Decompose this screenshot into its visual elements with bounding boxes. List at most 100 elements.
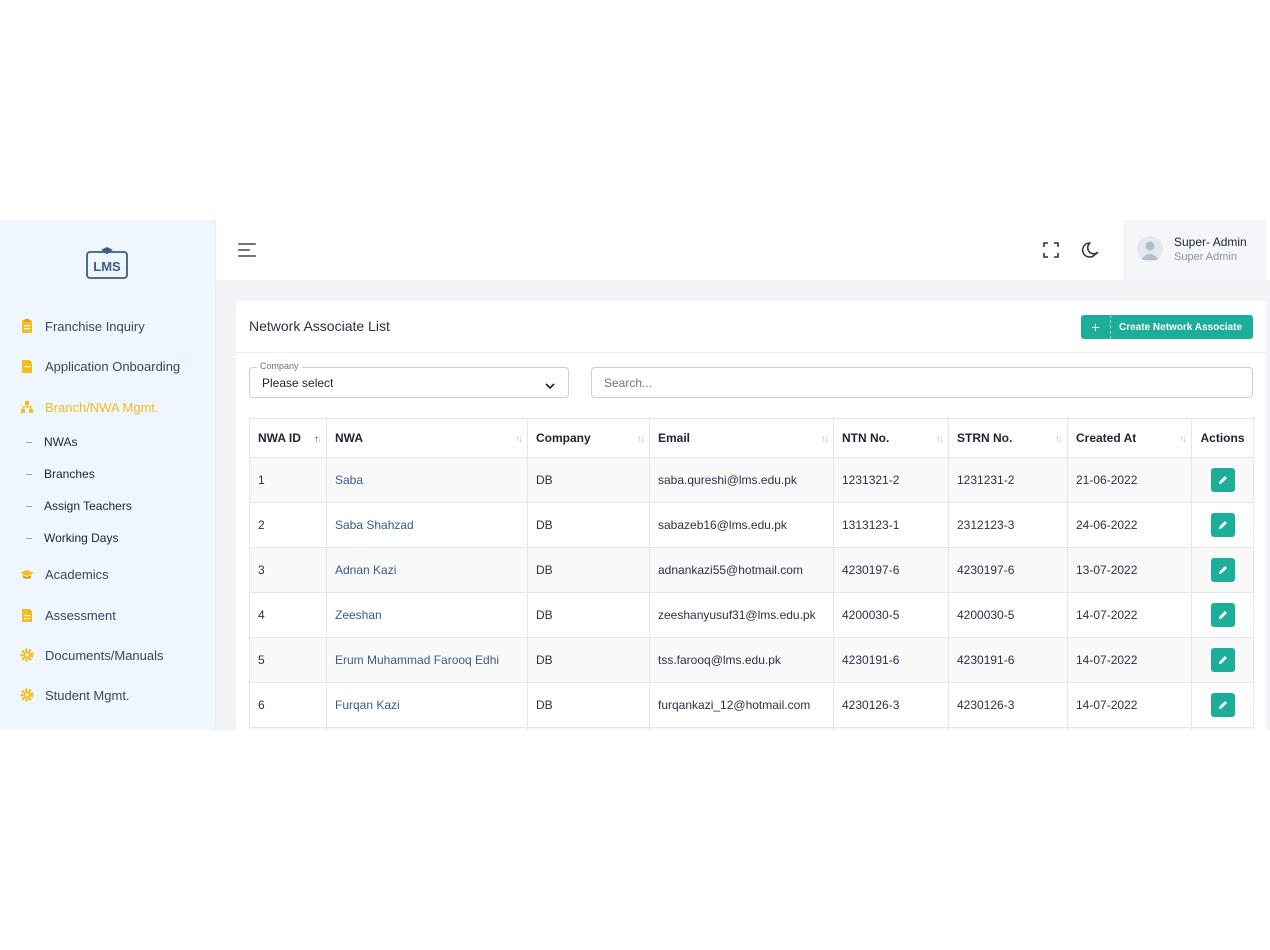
cell-actions	[1191, 547, 1254, 593]
cell-ntn	[833, 727, 949, 730]
sort-icon: ↑↓	[515, 434, 523, 445]
sidebar-item-assessment[interactable]: Assessment	[20, 603, 116, 627]
sidebar-item-label: Branch/NWA Mgmt.	[45, 399, 159, 415]
divider	[236, 352, 1266, 353]
page-title: Network Associate List	[249, 318, 390, 334]
cell-company: DB	[527, 637, 650, 683]
cell-email	[649, 727, 834, 730]
sidebar-subitem-assign-teachers[interactable]: Assign Teachers	[26, 496, 132, 516]
cell-email: sabazeb16@lms.edu.pk	[649, 502, 834, 548]
cell-ntn: 4230191-6	[833, 637, 949, 683]
search-input[interactable]	[591, 367, 1253, 398]
column-header-nwa[interactable]: NWA ↑↓	[326, 418, 528, 458]
top-bar: Super- Admin Super Admin	[216, 220, 1270, 280]
edit-button[interactable]	[1210, 468, 1235, 492]
cell-strn: 4230191-6	[948, 637, 1068, 683]
user-name: Super- Admin	[1174, 235, 1247, 249]
cell-strn: 1231231-2	[948, 457, 1068, 503]
sidebar-item-franchise-inquiry[interactable]: Franchise Inquiry	[20, 314, 145, 338]
menu-icon[interactable]	[238, 242, 258, 258]
cell-strn: 4200030-5	[948, 592, 1068, 638]
edit-button[interactable]	[1210, 693, 1235, 717]
cell-created-at: 14-07-2022	[1067, 637, 1192, 683]
cell-created-at: 13-07-2022	[1067, 547, 1192, 593]
cell-email: zeeshanyusuf31@lms.edu.pk	[649, 592, 834, 638]
sort-icon: ↑↓	[1179, 434, 1187, 445]
cell-company: DB	[527, 502, 650, 548]
network-associate-card: Network Associate List + Create Network …	[236, 301, 1266, 730]
cell-created-at: 14-07-2022	[1067, 682, 1192, 728]
column-header-created-at[interactable]: Created At ↑↓	[1067, 418, 1192, 458]
sidebar-subitem-working-days[interactable]: Working Days	[26, 528, 118, 548]
cell-email: tss.farooq@lms.edu.pk	[649, 637, 834, 683]
pencil-icon	[1218, 476, 1227, 484]
cell-ntn: 1231321-2	[833, 457, 949, 503]
cell-nwa-name[interactable]: Erum Muhammad Farooq Edhi	[326, 637, 528, 683]
edit-button[interactable]	[1210, 558, 1235, 582]
sidebar-item-label: Application Onboarding	[45, 358, 181, 374]
edit-button[interactable]	[1210, 513, 1235, 537]
table-row: 1 Saba DB saba.qureshi@lms.edu.pk 123132…	[249, 457, 1254, 503]
cell-nwa-name[interactable]: Adnan Kazi	[326, 547, 528, 593]
sidebar-item-student-mgmt[interactable]: Student Mgmt.	[20, 683, 130, 707]
sort-icon: ↑↓	[1055, 434, 1063, 445]
cell-ntn: 4200030-5	[833, 592, 949, 638]
company-select-legend: Company	[257, 361, 302, 371]
sidebar-item-academics[interactable]: Academics	[20, 562, 109, 586]
sort-icon: ↑↓	[936, 434, 944, 445]
lms-logo[interactable]: LMS	[84, 244, 130, 280]
cell-company: DB	[527, 457, 650, 503]
fullscreen-icon[interactable]	[1041, 240, 1061, 260]
cell-company: DB	[527, 547, 650, 593]
cell-actions	[1191, 727, 1254, 730]
sidebar-subitem-branches[interactable]: Branches	[26, 464, 95, 484]
sidebar-item-label: Documents/Manuals	[45, 647, 164, 663]
cell-email: furqankazi_12@hotmail.com	[649, 682, 834, 728]
edit-button[interactable]	[1210, 648, 1235, 672]
company-select-value: Please select	[262, 376, 334, 390]
sidebar-item-documents-manuals[interactable]: Documents/Manuals	[20, 643, 164, 667]
cell-nwa-name[interactable]: Zeeshan	[326, 592, 528, 638]
pencil-icon	[1218, 521, 1227, 529]
sidebar-item-label: Assessment	[45, 607, 116, 623]
column-header-company[interactable]: Company ↑↓	[527, 418, 650, 458]
dash-icon	[26, 505, 32, 507]
chevron-down-icon	[544, 378, 556, 390]
column-header-ntn[interactable]: NTN No. ↑↓	[833, 418, 949, 458]
cell-nwa-id: 3	[249, 547, 327, 593]
table-row: 6 Furqan Kazi DB furqankazi_12@hotmail.c…	[249, 682, 1254, 728]
graduation-cap-icon	[20, 567, 34, 581]
cell-nwa-id: 2	[249, 502, 327, 548]
cell-company: DB	[527, 682, 650, 728]
cell-company: DB	[527, 592, 650, 638]
column-header-nwa-id[interactable]: NWA ID ↑↓	[249, 418, 327, 458]
cell-nwa-name	[326, 727, 528, 730]
gear-icon	[20, 688, 34, 702]
cell-actions	[1191, 502, 1254, 548]
cell-strn: 2312123-3	[948, 502, 1068, 548]
sidebar-subitem-nwas[interactable]: NWAs	[26, 432, 78, 452]
document-icon	[20, 608, 34, 622]
clipboard-icon	[20, 319, 34, 333]
cell-nwa-name[interactable]: Saba Shahzad	[326, 502, 528, 548]
sidebar-item-application-onboarding[interactable]: Application Onboarding	[20, 354, 180, 378]
cell-strn	[948, 727, 1068, 730]
table-row: 4 Zeeshan DB zeeshanyusuf31@lms.edu.pk 4…	[249, 592, 1254, 638]
logo-text: LMS	[93, 259, 121, 274]
cell-nwa-name[interactable]: Furqan Kazi	[326, 682, 528, 728]
cell-nwa-id: 5	[249, 637, 327, 683]
column-header-strn[interactable]: STRN No. ↑↓	[948, 418, 1068, 458]
sidebar-item-branch-nwa-mgmt[interactable]: Branch/NWA Mgmt.	[20, 395, 159, 419]
edit-button[interactable]	[1210, 603, 1235, 627]
user-menu[interactable]: Super- Admin Super Admin	[1123, 220, 1266, 280]
pencil-icon	[1218, 701, 1227, 709]
moon-icon[interactable]	[1081, 240, 1101, 260]
column-header-email[interactable]: Email ↑↓	[649, 418, 834, 458]
cell-nwa-id: 4	[249, 592, 327, 638]
company-select[interactable]: Company Please select	[249, 361, 569, 398]
cell-ntn: 1313123-1	[833, 502, 949, 548]
table-row: 5 Erum Muhammad Farooq Edhi DB tss.faroo…	[249, 637, 1254, 683]
pencil-icon	[1218, 611, 1227, 619]
cell-nwa-name[interactable]: Saba	[326, 457, 528, 503]
create-network-associate-button[interactable]: + Create Network Associate	[1081, 315, 1253, 339]
